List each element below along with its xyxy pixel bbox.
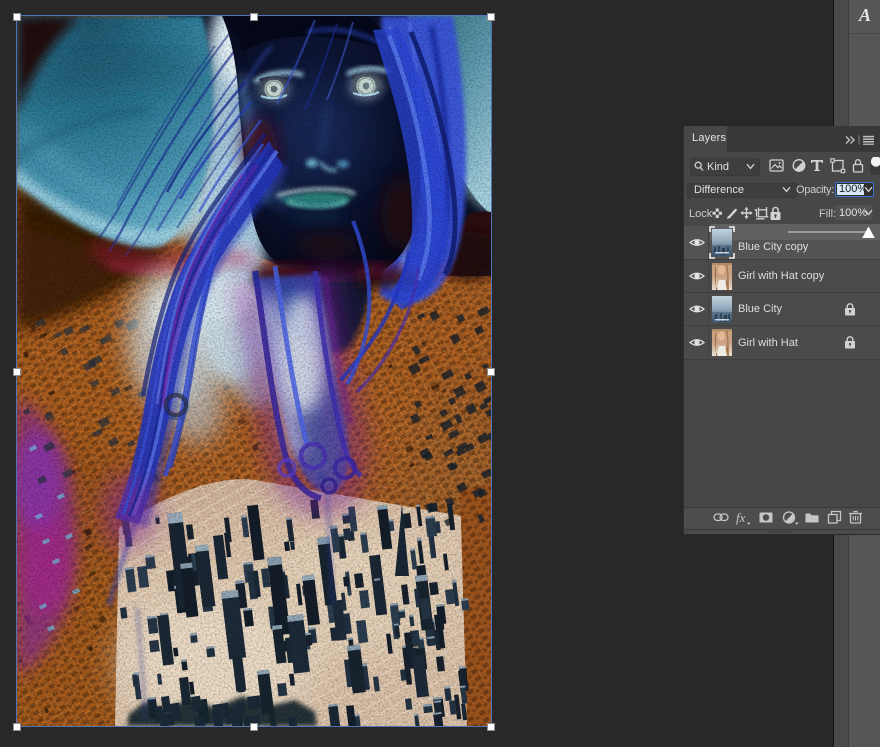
svg-text:fx: fx (736, 510, 746, 525)
